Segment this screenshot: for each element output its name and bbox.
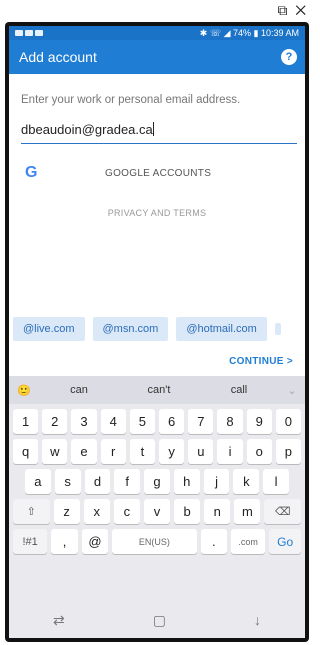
key[interactable]: n <box>204 499 231 524</box>
suggestion-1[interactable]: can <box>39 384 119 396</box>
key[interactable]: q <box>12 439 39 464</box>
key[interactable]: r <box>100 439 126 464</box>
home-icon[interactable]: ▢ <box>153 612 166 629</box>
chip-overflow[interactable] <box>274 323 281 335</box>
domain-suggestions: @live.com @msn.com @hotmail.com <box>9 311 305 347</box>
email-field[interactable]: dbeaudoin@gradea.ca <box>21 122 297 144</box>
key[interactable]: d <box>84 469 111 494</box>
suggestion-bar: 🙂 can can't call ⌄ <box>9 376 305 404</box>
key[interactable]: s <box>54 469 81 494</box>
shift-icon[interactable]: ⇧ <box>12 499 50 524</box>
space-key[interactable]: EN(US) <box>112 529 197 554</box>
google-icon: G <box>25 164 38 181</box>
key[interactable]: g <box>144 469 170 494</box>
window-titlebar: ⧉ ✕ <box>0 0 314 22</box>
key[interactable]: u <box>188 439 214 464</box>
chip-msn[interactable]: @msn.com <box>92 317 169 341</box>
key-row-3: a s d f g h j k l <box>9 469 305 494</box>
key[interactable]: i <box>217 439 243 464</box>
period-key[interactable]: . <box>200 529 228 554</box>
window-controls[interactable]: ⧉ ✕ <box>277 2 308 19</box>
emoji-icon[interactable]: 🙂 <box>9 384 39 397</box>
keyboard: 🙂 can can't call ⌄ 1 2 3 4 5 6 7 8 9 0 q… <box>9 376 305 638</box>
help-icon[interactable]: ? <box>281 49 297 65</box>
snap-icon[interactable]: ⧉ <box>277 2 289 18</box>
chevron-down-icon[interactable]: ⌄ <box>279 384 305 397</box>
key[interactable]: 2 <box>42 409 68 434</box>
email-value: dbeaudoin@gradea.ca <box>21 122 153 137</box>
chip-hotmail[interactable]: @hotmail.com <box>176 317 267 341</box>
key[interactable]: k <box>233 469 260 494</box>
key[interactable]: j <box>203 469 230 494</box>
google-accounts-button[interactable]: G GOOGLE ACCOUNTS <box>25 164 305 182</box>
key[interactable]: v <box>143 499 171 524</box>
at-key[interactable]: @ <box>81 529 109 554</box>
key[interactable]: 0 <box>275 409 302 434</box>
key[interactable]: w <box>42 439 68 464</box>
notification-icons <box>15 28 45 38</box>
key[interactable]: m <box>234 499 261 524</box>
key[interactable]: 4 <box>100 409 126 434</box>
dotcom-key[interactable]: .com <box>231 529 266 554</box>
key-row-5: !#1 , @ EN(US) . .com Go <box>9 529 305 554</box>
key-row-4: ⇧ z x c v b n m ⌫ <box>9 499 305 524</box>
continue-button[interactable]: CONTINUE > <box>229 356 293 367</box>
app-bar: Add account ? <box>9 40 305 74</box>
comma-key[interactable]: , <box>51 529 78 554</box>
key[interactable]: o <box>246 439 272 464</box>
key[interactable]: t <box>129 439 155 464</box>
key[interactable]: 3 <box>71 409 97 434</box>
key[interactable]: h <box>173 469 200 494</box>
key-row-numbers: 1 2 3 4 5 6 7 8 9 0 <box>9 409 305 434</box>
key[interactable]: f <box>114 469 141 494</box>
key[interactable]: y <box>159 439 185 464</box>
recent-apps-icon[interactable]: ⇄ <box>53 612 65 629</box>
back-icon[interactable]: ↓ <box>254 612 261 628</box>
google-accounts-label: GOOGLE ACCOUNTS <box>105 167 212 179</box>
key[interactable]: 6 <box>159 409 185 434</box>
key[interactable]: 8 <box>217 409 243 434</box>
key[interactable]: x <box>83 499 110 524</box>
key[interactable]: b <box>174 499 201 524</box>
navigation-bar: ⇄ ▢ ↓ <box>9 602 305 638</box>
key[interactable]: 9 <box>246 409 272 434</box>
suggestion-3[interactable]: call <box>199 384 279 396</box>
key[interactable]: e <box>71 439 97 464</box>
key[interactable]: p <box>275 439 302 464</box>
phone-screen: ✱ ☏ ◢ 74% ▮ 10:39 AM Add account ? Enter… <box>9 26 305 638</box>
privacy-terms-link[interactable]: PRIVACY AND TERMS <box>9 208 305 218</box>
key[interactable]: 5 <box>129 409 155 434</box>
symbols-key[interactable]: !#1 <box>13 529 48 554</box>
page-title: Add account <box>19 49 97 65</box>
text-caret <box>152 122 154 136</box>
key[interactable]: a <box>24 469 51 494</box>
chip-live[interactable]: @live.com <box>13 317 85 341</box>
suggestion-2[interactable]: can't <box>119 384 199 396</box>
key[interactable]: z <box>53 499 80 524</box>
key[interactable]: 7 <box>188 409 214 434</box>
status-bar: ✱ ☏ ◢ 74% ▮ 10:39 AM <box>9 26 305 40</box>
close-icon[interactable]: ✕ <box>295 2 308 18</box>
key[interactable]: 1 <box>12 409 39 434</box>
key[interactable]: l <box>263 469 290 494</box>
email-prompt: Enter your work or personal email addres… <box>21 94 241 106</box>
status-right: ✱ ☏ ◢ 74% ▮ 10:39 AM <box>199 27 299 38</box>
key[interactable]: c <box>113 499 140 524</box>
go-key[interactable]: Go <box>269 529 302 554</box>
key-row-2: q w e r t y u i o p <box>9 439 305 464</box>
backspace-icon[interactable]: ⌫ <box>264 499 302 524</box>
